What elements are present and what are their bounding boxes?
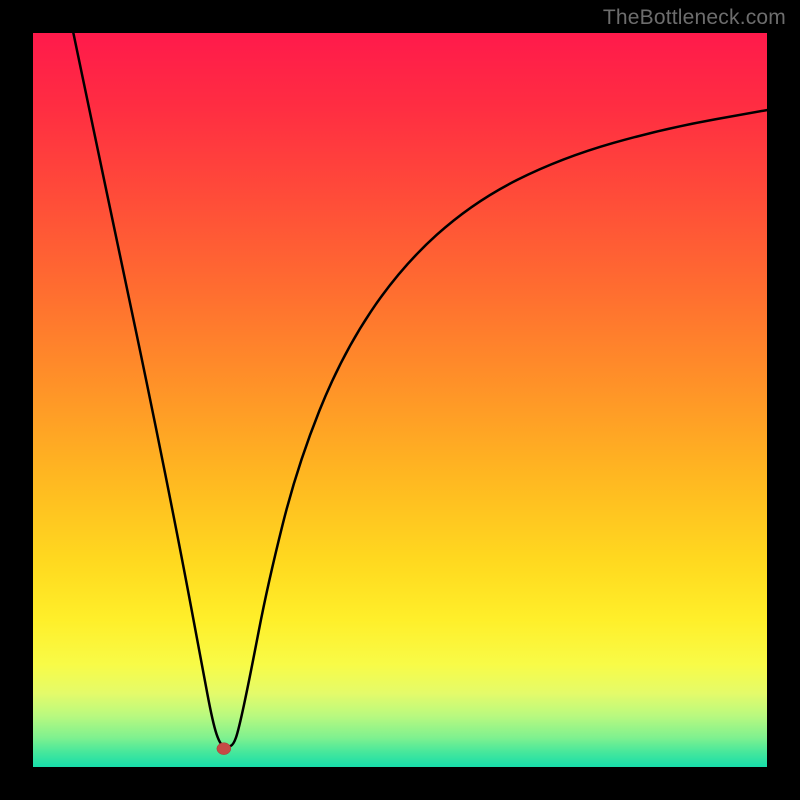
chart-frame: TheBottleneck.com [0, 0, 800, 800]
min-marker [217, 743, 231, 755]
curve-layer [33, 33, 767, 767]
plot-area [33, 33, 767, 767]
bottleneck-curve [73, 33, 767, 747]
watermark-text: TheBottleneck.com [603, 6, 786, 30]
